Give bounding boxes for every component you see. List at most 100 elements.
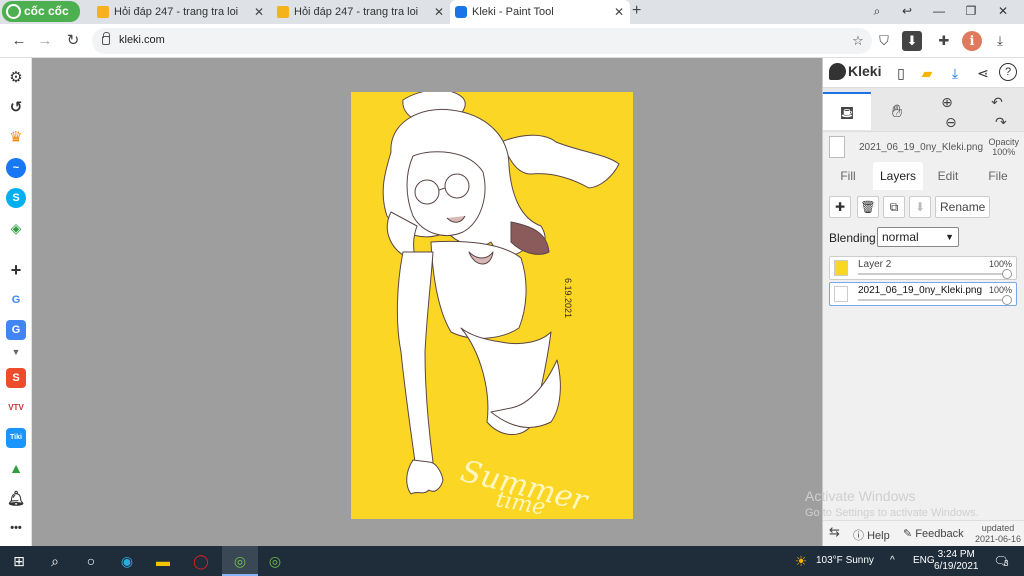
tiki-icon[interactable]: Tiki: [6, 428, 26, 448]
browser-sidebar: ⚙ ↺ ♛ ~ S ◈ + G G ▼ S VTV Tiki ▲ 🔔︎ •••: [0, 58, 32, 546]
kleki-logo[interactable]: Kleki: [829, 63, 881, 80]
line-art-illustration: 6.19.2021 Summer time: [382, 92, 620, 519]
file-explorer-icon[interactable]: ▬: [152, 550, 174, 572]
layer-thumbnail: [834, 286, 848, 302]
feedback-link[interactable]: ✎ Feedback: [903, 527, 964, 540]
kleki-top-bar: Kleki ▯ ▰ ⤓ ⋖ ?: [823, 58, 1024, 88]
updated-date: 2021-06-16: [974, 534, 1021, 544]
help-label: Help: [867, 530, 890, 542]
taskbar-clock[interactable]: 3:24 PM 6/19/2021: [934, 549, 979, 573]
crown-icon[interactable]: ♛: [6, 128, 26, 148]
translate-icon[interactable]: G: [6, 320, 26, 340]
layer-item[interactable]: Layer 2 100%: [829, 256, 1017, 280]
kleki-logo-icon: [829, 63, 846, 80]
profile-avatar[interactable]: ℹ: [962, 31, 982, 51]
zoom-tool-icon[interactable]: ⊕ ⊖: [923, 92, 971, 130]
hand-tool-icon[interactable]: ✋︎: [873, 92, 921, 130]
history-icon[interactable]: ↺: [6, 98, 26, 118]
layer-name: 2021_06_19_0ny_Kleki.png: [858, 285, 982, 296]
open-folder-icon[interactable]: ▰: [917, 63, 937, 83]
notification-bell-icon[interactable]: 🔔︎: [6, 488, 26, 508]
language-indicator[interactable]: ENG: [913, 555, 935, 566]
kleki-favicon-icon: [455, 6, 467, 18]
file-name: 2021_06_19_0ny_Kleki.png: [859, 142, 983, 153]
tab-close-icon[interactable]: ✕: [434, 0, 444, 24]
restore-button[interactable]: ❐: [956, 0, 986, 24]
browser-logo-button[interactable]: cốc cốc: [2, 1, 80, 22]
game-controller-icon[interactable]: ◈: [6, 218, 26, 238]
feedback-label: Feedback: [915, 528, 964, 540]
tab-close-icon[interactable]: ✕: [614, 0, 624, 24]
coccoc-taskbar-icon[interactable]: ◎: [229, 550, 251, 572]
download-ext-icon[interactable]: ⬇: [902, 31, 922, 51]
tab-hoidap-2[interactable]: Hỏi đáp 247 - trang tra loi ✕: [272, 0, 450, 24]
duplicate-layer-button[interactable]: ⧉: [883, 196, 905, 218]
new-tab-button[interactable]: +: [632, 0, 641, 22]
tab-kleki[interactable]: Kleki - Paint Tool ✕: [450, 0, 630, 24]
search-icon[interactable]: ⌕: [44, 550, 66, 572]
artwork-canvas[interactable]: 6.19.2021 Summer time: [351, 92, 633, 519]
search-tabs-icon[interactable]: ⌕: [862, 0, 892, 24]
back-button[interactable]: ←: [8, 30, 30, 52]
forward-button[interactable]: →: [34, 30, 56, 52]
opera-icon[interactable]: ◯: [190, 550, 212, 572]
back-arrow-icon[interactable]: ↩: [892, 0, 922, 24]
shield-icon[interactable]: ⛉: [874, 31, 894, 51]
close-window-button[interactable]: ✕: [988, 0, 1018, 24]
vtv-icon[interactable]: VTV: [6, 398, 26, 418]
layer-item[interactable]: 2021_06_19_0ny_Kleki.png 100%: [829, 282, 1017, 306]
opacity-value: 100%: [992, 147, 1016, 157]
layer-opacity-knob[interactable]: [1002, 269, 1012, 279]
browser-tab-bar: cốc cốc Hỏi đáp 247 - trang tra loi ✕ Hỏ…: [0, 0, 1024, 24]
delete-layer-button[interactable]: 🗑︎: [857, 196, 879, 218]
layer-opacity-slider[interactable]: [858, 299, 1008, 301]
tab-close-icon[interactable]: ✕: [254, 0, 264, 24]
bookmark-star-icon[interactable]: ☆: [848, 31, 868, 51]
notification-center-icon[interactable]: 🗨︎: [990, 550, 1012, 572]
more-dots-icon[interactable]: •••: [6, 518, 26, 538]
drawing-canvas-area[interactable]: 6.19.2021 Summer time: [32, 58, 822, 546]
edge-icon[interactable]: ◉: [116, 550, 138, 572]
tab-layers[interactable]: Layers: [873, 162, 923, 190]
download-icon[interactable]: ⤓: [990, 31, 1010, 51]
help-question-icon[interactable]: ?: [999, 63, 1017, 81]
tab-edit[interactable]: Edit: [923, 162, 973, 190]
undo-redo-icon[interactable]: ↶ ↷: [973, 92, 1021, 130]
tray-chevron-up-icon[interactable]: ^: [890, 555, 895, 566]
task-view-icon[interactable]: ○: [80, 550, 102, 572]
merge-layer-button[interactable]: ⬇: [909, 196, 931, 218]
swap-icon[interactable]: ⇆: [829, 524, 840, 540]
skype-icon[interactable]: S: [6, 188, 26, 208]
save-download-icon[interactable]: ⤓: [945, 63, 965, 83]
layer-opacity-slider[interactable]: [858, 273, 1008, 275]
windows-start-icon[interactable]: ⊞: [8, 550, 30, 572]
reload-button[interactable]: ↻: [62, 30, 84, 52]
tab-hoidap-1[interactable]: Hỏi đáp 247 - trang tra loi ✕: [92, 0, 270, 24]
lock-icon: [102, 32, 110, 45]
weather-sun-icon[interactable]: ☀: [790, 550, 812, 572]
settings-gear-icon[interactable]: ⚙: [6, 68, 26, 88]
shopee-icon[interactable]: S: [6, 368, 26, 388]
messenger-icon[interactable]: ~: [6, 158, 26, 178]
extensions-puzzle-icon[interactable]: ✚: [934, 31, 954, 51]
graduation-cap-icon[interactable]: ▲: [6, 458, 26, 478]
help-link[interactable]: ⓘ Help: [853, 527, 890, 543]
new-file-icon[interactable]: ▯: [891, 63, 911, 83]
coccoc-taskbar-icon-2[interactable]: ◎: [264, 550, 286, 572]
updated-label: updated: [981, 523, 1015, 533]
updated-info: updated 2021-06-16: [975, 523, 1021, 545]
minimize-button[interactable]: —: [924, 0, 954, 24]
tab-fill[interactable]: Fill: [823, 162, 873, 190]
url-input[interactable]: kleki.com: [92, 28, 872, 54]
fill-bucket-tool-icon[interactable]: ⛾: [823, 92, 871, 130]
google-icon[interactable]: G: [6, 290, 26, 310]
tab-file[interactable]: File: [973, 162, 1023, 190]
add-shortcut-icon[interactable]: +: [6, 260, 26, 280]
blending-select[interactable]: normal ▼: [877, 227, 959, 247]
share-icon[interactable]: ⋖: [973, 63, 993, 83]
layer-opacity-knob[interactable]: [1002, 295, 1012, 305]
chevron-down-icon[interactable]: ▼: [6, 342, 26, 362]
weather-text[interactable]: 103°F Sunny: [816, 555, 874, 566]
add-layer-button[interactable]: ✚: [829, 196, 851, 218]
rename-button[interactable]: Rename: [935, 196, 991, 218]
